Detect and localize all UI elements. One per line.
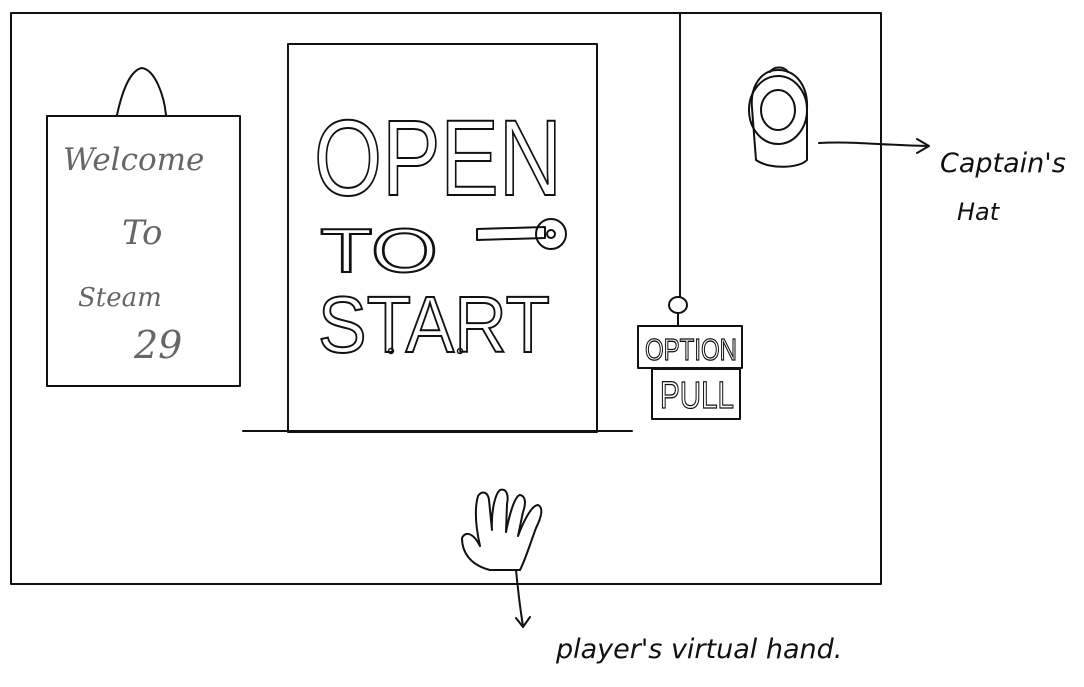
welcome-sign: Welcome To Steam 29	[46, 67, 241, 387]
door-to-text: TO	[320, 217, 438, 286]
hat-label-line2: Hat	[957, 198, 1001, 226]
hat-label-line1: Captain's	[940, 148, 1066, 179]
hand-label: player's virtual hand.	[555, 634, 842, 665]
captain-hat-icon[interactable]	[748, 66, 809, 168]
sign-hanger	[116, 67, 167, 116]
sketch-canvas: Welcome To Steam 29 OPEN TO START OPTION…	[10, 12, 1066, 665]
door-start-text: START	[318, 280, 550, 369]
steam-text: Steam	[78, 283, 162, 313]
door-open-text: OPEN	[314, 97, 562, 218]
pull-text: PULL	[660, 375, 734, 417]
cord-knob	[668, 296, 688, 314]
number-text: 29	[133, 323, 182, 367]
door-handle-icon[interactable]	[476, 218, 567, 250]
welcome-text: Welcome	[63, 142, 204, 178]
to-text: To	[122, 213, 163, 253]
option-text: OPTION	[645, 332, 737, 367]
pull-cord[interactable]: OPTION PULL	[637, 12, 743, 420]
hat-annotation: Captain's Hat	[818, 138, 1066, 226]
door[interactable]: OPEN TO START	[242, 43, 633, 433]
virtual-hand-icon[interactable]	[461, 488, 543, 571]
